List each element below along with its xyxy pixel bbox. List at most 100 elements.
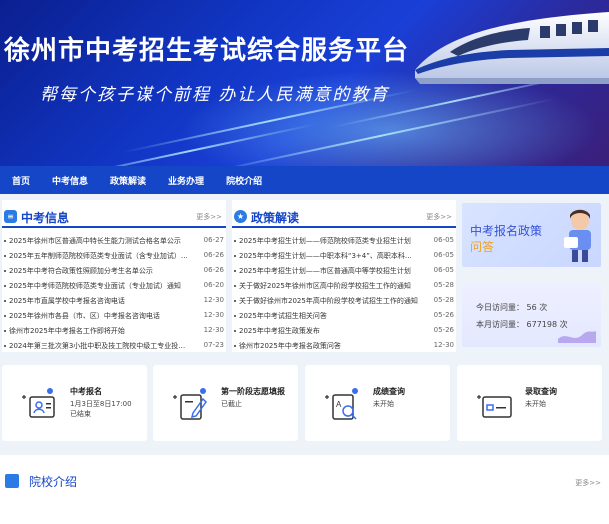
bullet-icon [4,300,6,302]
item-date: 06-05 [433,266,454,274]
item-title: 2025年中考招生政策发布 [239,327,320,335]
item-title: 2025年市直属学校中考报名咨询电话 [9,297,125,305]
today-visits: 今日访问量： 56 次 [476,303,548,312]
item-title: 2024年第三批次第3小批中职及技工院校中级工专业投… [9,342,186,350]
more-link[interactable]: 更多>> [575,478,601,488]
item-title: 2025年中考试招生相关问答 [239,312,327,320]
nav-item-schools[interactable]: 院校介绍 [226,174,262,187]
item-date: 07-23 [203,341,224,349]
item-title: 2025年中考招生计划——市区普通高中等学校招生计划 [239,267,411,275]
card-status: 已截止 [221,400,242,408]
nav-item-services[interactable]: 业务办理 [168,174,204,187]
card-volunteer-fill[interactable]: 第一阶段志愿填报 已截止 [153,365,298,441]
list-item[interactable]: 徐州市2025年中考报名政策问答 12-30 [232,339,456,354]
news-list: 2025年徐州市区普通高中特长生能力测试合格名单公示 06-27 2025年五年制… [2,234,226,354]
school-icon [5,474,19,488]
bullet-icon [234,270,236,272]
search-document-icon: A [325,388,358,420]
item-title: 2025年中考师范院校师范类专业面试（专业加试）通知 [9,282,181,290]
card-status: 未开始 [373,400,394,408]
policy-panel: ★ 政策解读 更多>> 2025年中考招生计划——师范院校师范类专业招生计划 06… [232,200,456,352]
school-intro-section: 院校介绍 更多>> [0,455,609,524]
item-title: 徐州市2025年中考报名工作即将开始 [9,327,125,335]
item-title: 2025年徐州市区普通高中特长生能力测试合格名单公示 [9,237,181,245]
svg-text:A: A [336,400,342,409]
panel-title: 中考信息 [21,211,70,225]
bullet-icon [4,315,6,317]
bullet-icon [234,345,236,347]
card-status: 已结束 [70,410,91,418]
month-visits: 本月访问量： 677198 次 [476,320,568,329]
item-date: 06-26 [203,251,224,259]
card-title: 第一阶段志愿填报 [221,387,285,396]
list-item[interactable]: 2024年第三批次第3小批中职及技工院校中级工专业投… 07-23 [2,339,226,354]
card-title: 中考报名 [70,387,102,396]
promo-line2: 问答 [470,240,495,254]
site-slogan: 帮每个孩子谋个前程 办让人民满意的教育 [40,85,390,105]
card-status: 未开始 [525,400,546,408]
item-title: 徐州市2025年中考报名政策问答 [239,342,341,350]
panel-header: ≡ 中考信息 更多>> [2,204,226,228]
card-admission-query[interactable]: 录取查询 未开始 [457,365,602,441]
header-banner: 徐州市中考招生考试综合服务平台 帮每个孩子谋个前程 办让人民满意的教育 [0,0,609,166]
item-title: 关于做好徐州市2025年高中阶段学校考试招生工作的通知 [239,297,418,305]
list-item[interactable]: 2025年市直属学校中考报名咨询电话 12-30 [2,294,226,309]
pen-form-icon [173,388,207,420]
item-title: 2025年五年制师范院校师范类专业面试（含专业加试）… [9,252,188,260]
wave-decoration-icon [558,331,596,343]
promo-line1: 中考报名政策 [470,224,543,238]
card-score-query[interactable]: A 成绩查询 未开始 [305,365,450,441]
bullet-icon [4,255,6,257]
list-item[interactable]: 2025年中考招生计划——中职本科“3+4”、高职本科… 06-05 [232,249,456,264]
list-item[interactable]: 关于做好2025年徐州市区高中阶段学校招生工作的通知 05-28 [232,279,456,294]
item-date: 06-20 [203,281,224,289]
student-illustration-icon [564,209,591,262]
card-subtitle: 1月3日至8日17:00 [70,400,132,408]
more-link[interactable]: 更多>> [426,212,452,222]
nav-item-home[interactable]: 首页 [12,174,30,187]
bullet-icon [234,300,236,302]
list-item[interactable]: 2025年中考招生计划——师范院校师范类专业招生计划 06-05 [232,234,456,249]
registration-card-icon [22,388,55,418]
list-item[interactable]: 2025年五年制师范院校师范类专业面试（含专业加试）… 06-26 [2,249,226,264]
bullet-icon [4,330,6,332]
bullet-icon [4,270,6,272]
list-item[interactable]: 2025年中考试招生相关问答 05-26 [232,309,456,324]
bullet-icon [234,330,236,332]
bullet-icon [234,240,236,242]
list-item[interactable]: 2025年徐州市各县（市、区）中考报名咨询电话 12-30 [2,309,226,324]
nav-item-exam-info[interactable]: 中考信息 [52,174,88,187]
high-speed-train-icon [415,12,609,84]
panel-header: ★ 政策解读 更多>> [232,204,456,228]
policy-faq-banner[interactable]: 中考报名政策 问答 [462,203,601,267]
item-date: 12-30 [203,326,224,334]
item-date: 12-30 [203,311,224,319]
list-item[interactable]: 徐州市2025年中考报名工作即将开始 12-30 [2,324,226,339]
item-title: 2025年中考符合政策性照顾加分考生名单公示 [9,267,153,275]
more-link[interactable]: 更多>> [196,212,222,222]
list-item[interactable]: 2025年中考符合政策性照顾加分考生名单公示 06-26 [2,264,226,279]
site-title: 徐州市中考招生考试综合服务平台 [4,36,410,66]
exam-info-panel: ≡ 中考信息 更多>> 2025年徐州市区普通高中特长生能力测试合格名单公示 06… [2,200,226,352]
card-registration[interactable]: 中考报名 1月3日至8日17:00 已结束 [2,365,147,441]
policy-list: 2025年中考招生计划——师范院校师范类专业招生计划 06-05 2025年中考招… [232,234,456,354]
bullet-icon [234,255,236,257]
list-item[interactable]: 2025年中考招生政策发布 05-26 [232,324,456,339]
list-item[interactable]: 2025年中考招生计划——市区普通高中等学校招生计划 06-05 [232,264,456,279]
star-icon: ★ [234,210,247,223]
nav-item-policy[interactable]: 政策解读 [110,174,146,187]
item-date: 12-30 [433,341,454,349]
list-item[interactable]: 2025年徐州市区普通高中特长生能力测试合格名单公示 06-27 [2,234,226,249]
item-title: 关于做好2025年徐州市区高中阶段学校招生工作的通知 [239,282,411,290]
item-date: 06-05 [433,251,454,259]
item-title: 2025年中考招生计划——中职本科“3+4”、高职本科… [239,252,412,260]
item-title: 2025年徐州市各县（市、区）中考报名咨询电话 [9,312,160,320]
item-date: 06-27 [203,236,224,244]
list-icon: ≡ [4,210,17,223]
item-date: 05-28 [433,281,454,289]
item-title: 2025年中考招生计划——师范院校师范类专业招生计划 [239,237,411,245]
item-date: 05-26 [433,311,454,319]
list-item[interactable]: 2025年中考师范院校师范类专业面试（专业加试）通知 06-20 [2,279,226,294]
bullet-icon [234,315,236,317]
list-item[interactable]: 关于做好徐州市2025年高中阶段学校考试招生工作的通知 05-28 [232,294,456,309]
